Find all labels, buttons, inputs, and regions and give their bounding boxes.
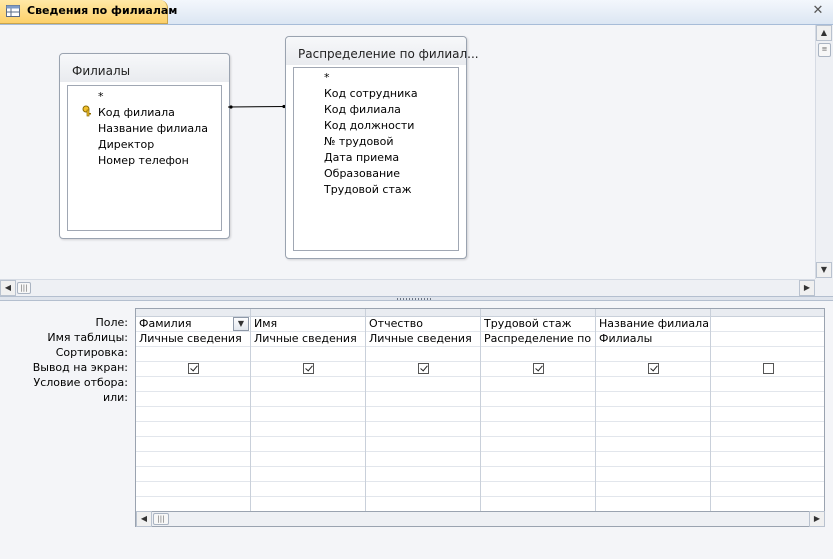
field-list: * Код филиала Название филиала Директор … xyxy=(67,85,222,231)
grid-column[interactable]: Имя Личные сведения xyxy=(251,309,366,511)
table-title-bar[interactable]: Филиалы xyxy=(60,54,229,82)
field-item[interactable]: Образование xyxy=(324,167,400,180)
show-checkbox[interactable] xyxy=(418,363,429,374)
row-label-or: или: xyxy=(102,391,128,404)
show-checkbox[interactable] xyxy=(533,363,544,374)
grid-column[interactable] xyxy=(711,309,824,511)
row-label-table: Имя таблицы: xyxy=(47,331,128,344)
splitter-grip-icon[interactable] xyxy=(397,298,433,300)
relationship-line[interactable] xyxy=(228,103,288,111)
field-item[interactable]: Трудовой стаж xyxy=(324,183,412,196)
field-cell[interactable]: Название филиала xyxy=(599,317,709,330)
field-cell[interactable]: Отчество xyxy=(369,317,479,330)
diagram-vertical-scrollbar[interactable]: ▲ ≡ ▼ xyxy=(815,25,833,279)
row-label-sort: Сортировка: xyxy=(55,346,128,359)
field-item[interactable]: Название филиала xyxy=(98,122,208,135)
table-cell[interactable]: Личные сведения xyxy=(254,332,364,345)
field-item[interactable]: Код филиала xyxy=(98,106,175,119)
scroll-left-icon[interactable]: ◀ xyxy=(136,511,152,527)
field-item[interactable]: Код должности xyxy=(324,119,414,132)
chevron-down-icon[interactable]: ▼ xyxy=(233,317,249,331)
column-selector[interactable] xyxy=(711,309,824,317)
field-item[interactable]: Номер телефон xyxy=(98,154,189,167)
scrollbar-corner xyxy=(815,279,833,296)
field-item[interactable]: * xyxy=(324,71,330,84)
show-checkbox[interactable] xyxy=(188,363,199,374)
grid-column[interactable]: Трудовой стаж Распределение по ф xyxy=(481,309,596,511)
show-checkbox[interactable] xyxy=(763,363,774,374)
field-item[interactable]: Дата приема xyxy=(324,151,399,164)
table-cell[interactable]: Личные сведения xyxy=(369,332,479,345)
row-label-show: Вывод на экран: xyxy=(32,361,128,374)
scrollbar-thumb[interactable]: ||| xyxy=(153,513,169,525)
table-title: Филиалы xyxy=(72,64,131,78)
table-diagram-pane: Филиалы * Код филиала Название филиала Д… xyxy=(0,25,815,279)
grid-column[interactable]: Фамилия ▼ Личные сведения xyxy=(136,309,251,511)
scrollbar-thumb[interactable]: ≡ xyxy=(818,43,831,57)
field-item[interactable]: Код сотрудника xyxy=(324,87,418,100)
diagram-horizontal-scrollbar[interactable]: ◀ ||| ▶ xyxy=(0,279,815,296)
table-title: Распределение по филиал... xyxy=(298,47,479,61)
grid-horizontal-scrollbar[interactable]: ◀ ||| ▶ xyxy=(135,511,825,527)
column-selector[interactable] xyxy=(136,309,250,317)
table-window-filialy[interactable]: Филиалы * Код филиала Название филиала Д… xyxy=(59,53,230,239)
field-cell[interactable]: Фамилия xyxy=(139,317,231,330)
primary-key-icon xyxy=(82,105,91,117)
column-selector[interactable] xyxy=(481,309,595,317)
field-cell[interactable]: Трудовой стаж xyxy=(484,317,594,330)
close-icon[interactable]: ✕ xyxy=(811,4,825,18)
document-tab-bar: Сведения по филиалам ✕ xyxy=(0,0,833,25)
row-label-field: Поле: xyxy=(95,316,128,329)
field-item[interactable]: Директор xyxy=(98,138,154,151)
field-item[interactable]: № трудовой xyxy=(324,135,394,148)
grid-column[interactable]: Название филиала Филиалы xyxy=(596,309,711,511)
field-cell[interactable]: Имя xyxy=(254,317,364,330)
table-cell[interactable]: Распределение по ф xyxy=(484,332,594,345)
grid-column[interactable]: Отчество Личные сведения xyxy=(366,309,481,511)
row-label-criteria: Условие отбора: xyxy=(33,376,129,389)
field-item[interactable]: Код филиала xyxy=(324,103,401,116)
document-tab-label: Сведения по филиалам xyxy=(27,4,178,17)
document-tab[interactable]: Сведения по филиалам xyxy=(0,0,177,24)
column-selector[interactable] xyxy=(596,309,710,317)
column-selector[interactable] xyxy=(251,309,365,317)
table-title-bar[interactable]: Распределение по филиал... xyxy=(286,37,479,65)
scroll-right-icon[interactable]: ▶ xyxy=(809,511,825,527)
query-design-grid: Фамилия ▼ Личные сведения Имя Личные све… xyxy=(135,308,825,512)
show-checkbox[interactable] xyxy=(303,363,314,374)
scrollbar-thumb[interactable]: ||| xyxy=(17,282,31,294)
show-checkbox[interactable] xyxy=(648,363,659,374)
table-cell[interactable]: Личные сведения xyxy=(139,332,249,345)
table-cell[interactable]: Филиалы xyxy=(599,332,709,345)
table-window-raspredelenie[interactable]: Распределение по филиал... * Код сотрудн… xyxy=(285,36,479,259)
column-selector[interactable] xyxy=(366,309,480,317)
scroll-right-icon[interactable]: ▶ xyxy=(799,280,815,296)
field-list: * Код сотрудника Код филиала Код должнос… xyxy=(293,67,459,251)
scroll-down-icon[interactable]: ▼ xyxy=(816,262,832,278)
scroll-left-icon[interactable]: ◀ xyxy=(0,280,16,296)
field-item[interactable]: * xyxy=(98,90,104,103)
scroll-up-icon[interactable]: ▲ xyxy=(816,25,832,41)
query-icon xyxy=(6,5,20,17)
